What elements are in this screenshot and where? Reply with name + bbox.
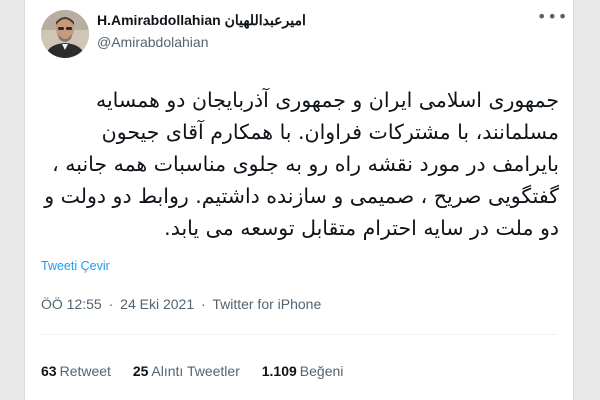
quote-tweets-stat[interactable]: 25 Alıntı Tweetler bbox=[133, 363, 244, 379]
likes-label: Beğeni bbox=[299, 363, 344, 379]
author-display-name[interactable]: H.Amirabdollahian امیرعبداللهیان bbox=[97, 12, 306, 29]
author-handle[interactable]: @Amirabdolahian bbox=[97, 34, 209, 50]
retweets-count: 63 bbox=[41, 363, 57, 379]
meta-separator: · bbox=[201, 296, 206, 312]
retweets-label: Retweet bbox=[59, 363, 111, 379]
tweet-text: جمهوری اسلامی ایران و جمهوری آذربایجان د… bbox=[44, 88, 559, 240]
likes-stat[interactable]: 1.109 Beğeni bbox=[262, 363, 344, 379]
retweets-stat[interactable]: 63 Retweet bbox=[41, 363, 115, 379]
quotes-count: 25 bbox=[132, 363, 149, 379]
more-options-button[interactable]: ••• bbox=[537, 8, 567, 26]
tweet-stats: 63 Retweet 25 Alıntı Tweetler 1.109 Beğeni bbox=[41, 363, 361, 379]
tweet-card: H.Amirabdollahian امیرعبداللهیان @Amirab… bbox=[24, 0, 574, 400]
meta-separator: · bbox=[108, 296, 114, 312]
tweet-date[interactable]: 24 Eki 2021 bbox=[120, 296, 194, 312]
quotes-label: Alıntı Tweetler bbox=[151, 363, 240, 379]
profile-photo-icon bbox=[41, 10, 89, 58]
tweet-time[interactable]: ÖÖ 12:55 bbox=[41, 296, 102, 312]
likes-count: 1.109 bbox=[261, 363, 297, 379]
divider bbox=[41, 334, 557, 335]
translate-tweet-link[interactable]: Tweeti Çevir bbox=[41, 259, 110, 273]
more-horizontal-icon: ••• bbox=[537, 7, 569, 26]
tweet-metadata: ÖÖ 12:55 · 24 Eki 2021 · Twitter for iPh… bbox=[41, 296, 321, 312]
avatar[interactable] bbox=[41, 10, 89, 58]
tweet-source[interactable]: Twitter for iPhone bbox=[212, 296, 321, 312]
